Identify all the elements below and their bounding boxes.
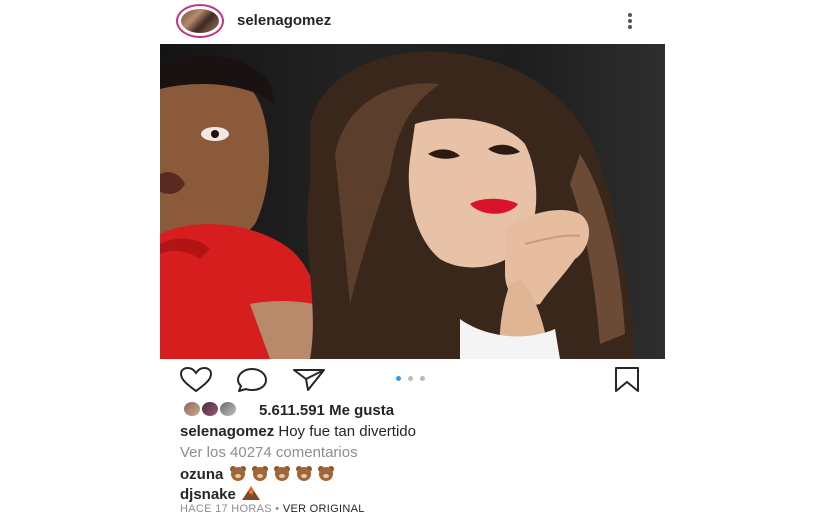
comment-username[interactable]: ozuna xyxy=(180,466,223,483)
carousel-dot xyxy=(420,376,425,381)
post-photo[interactable] xyxy=(160,44,665,359)
bear-emoji-group xyxy=(228,465,338,485)
bear-icon xyxy=(295,466,312,481)
more-options-icon[interactable] xyxy=(624,11,636,31)
photo-illustration xyxy=(160,51,635,359)
share-icon[interactable] xyxy=(291,366,327,394)
bookmark-icon[interactable] xyxy=(612,366,642,394)
bear-icon xyxy=(273,466,290,481)
likes-row: 5.611.591 Me gusta xyxy=(180,400,660,420)
bear-icon xyxy=(251,466,268,481)
heart-icon[interactable] xyxy=(178,366,214,394)
profile-avatar[interactable] xyxy=(176,4,224,38)
comment-username[interactable]: djsnake xyxy=(180,486,236,503)
caption-username[interactable]: selenagomez xyxy=(180,423,274,440)
volcano-emoji xyxy=(240,485,262,505)
comment-row: djsnake xyxy=(180,485,262,505)
caption-text: Hoy fue tan divertido xyxy=(274,423,416,440)
volcano-icon xyxy=(242,486,261,500)
view-original-link[interactable]: VER ORIGINAL xyxy=(283,503,365,515)
carousel-dot xyxy=(396,376,401,381)
bear-icon xyxy=(229,466,246,481)
carousel-dot xyxy=(408,376,413,381)
view-all-comments-link[interactable]: Ver los 40274 comentarios xyxy=(180,444,358,461)
liker-avatar[interactable] xyxy=(200,400,220,418)
instagram-post: selenagomez 5.611.591 Me gusta selenagom… xyxy=(160,0,665,516)
likes-count[interactable]: 5.611.591 Me gusta xyxy=(259,402,394,419)
comment-icon[interactable] xyxy=(235,366,269,394)
post-caption: selenagomez Hoy fue tan divertido xyxy=(180,423,416,440)
liker-avatar[interactable] xyxy=(218,400,238,418)
comment-row: ozuna xyxy=(180,465,338,485)
bear-icon xyxy=(317,466,334,481)
post-username[interactable]: selenagomez xyxy=(237,12,331,29)
liker-avatar[interactable] xyxy=(182,400,202,418)
post-timestamp-row: HACE 17 HORAS • VER ORIGINAL xyxy=(180,503,365,515)
post-time: HACE 17 HORAS xyxy=(180,503,272,515)
separator: • xyxy=(271,503,283,515)
carousel-indicator xyxy=(396,376,436,382)
post-actions xyxy=(160,366,665,396)
post-header: selenagomez xyxy=(160,0,665,44)
